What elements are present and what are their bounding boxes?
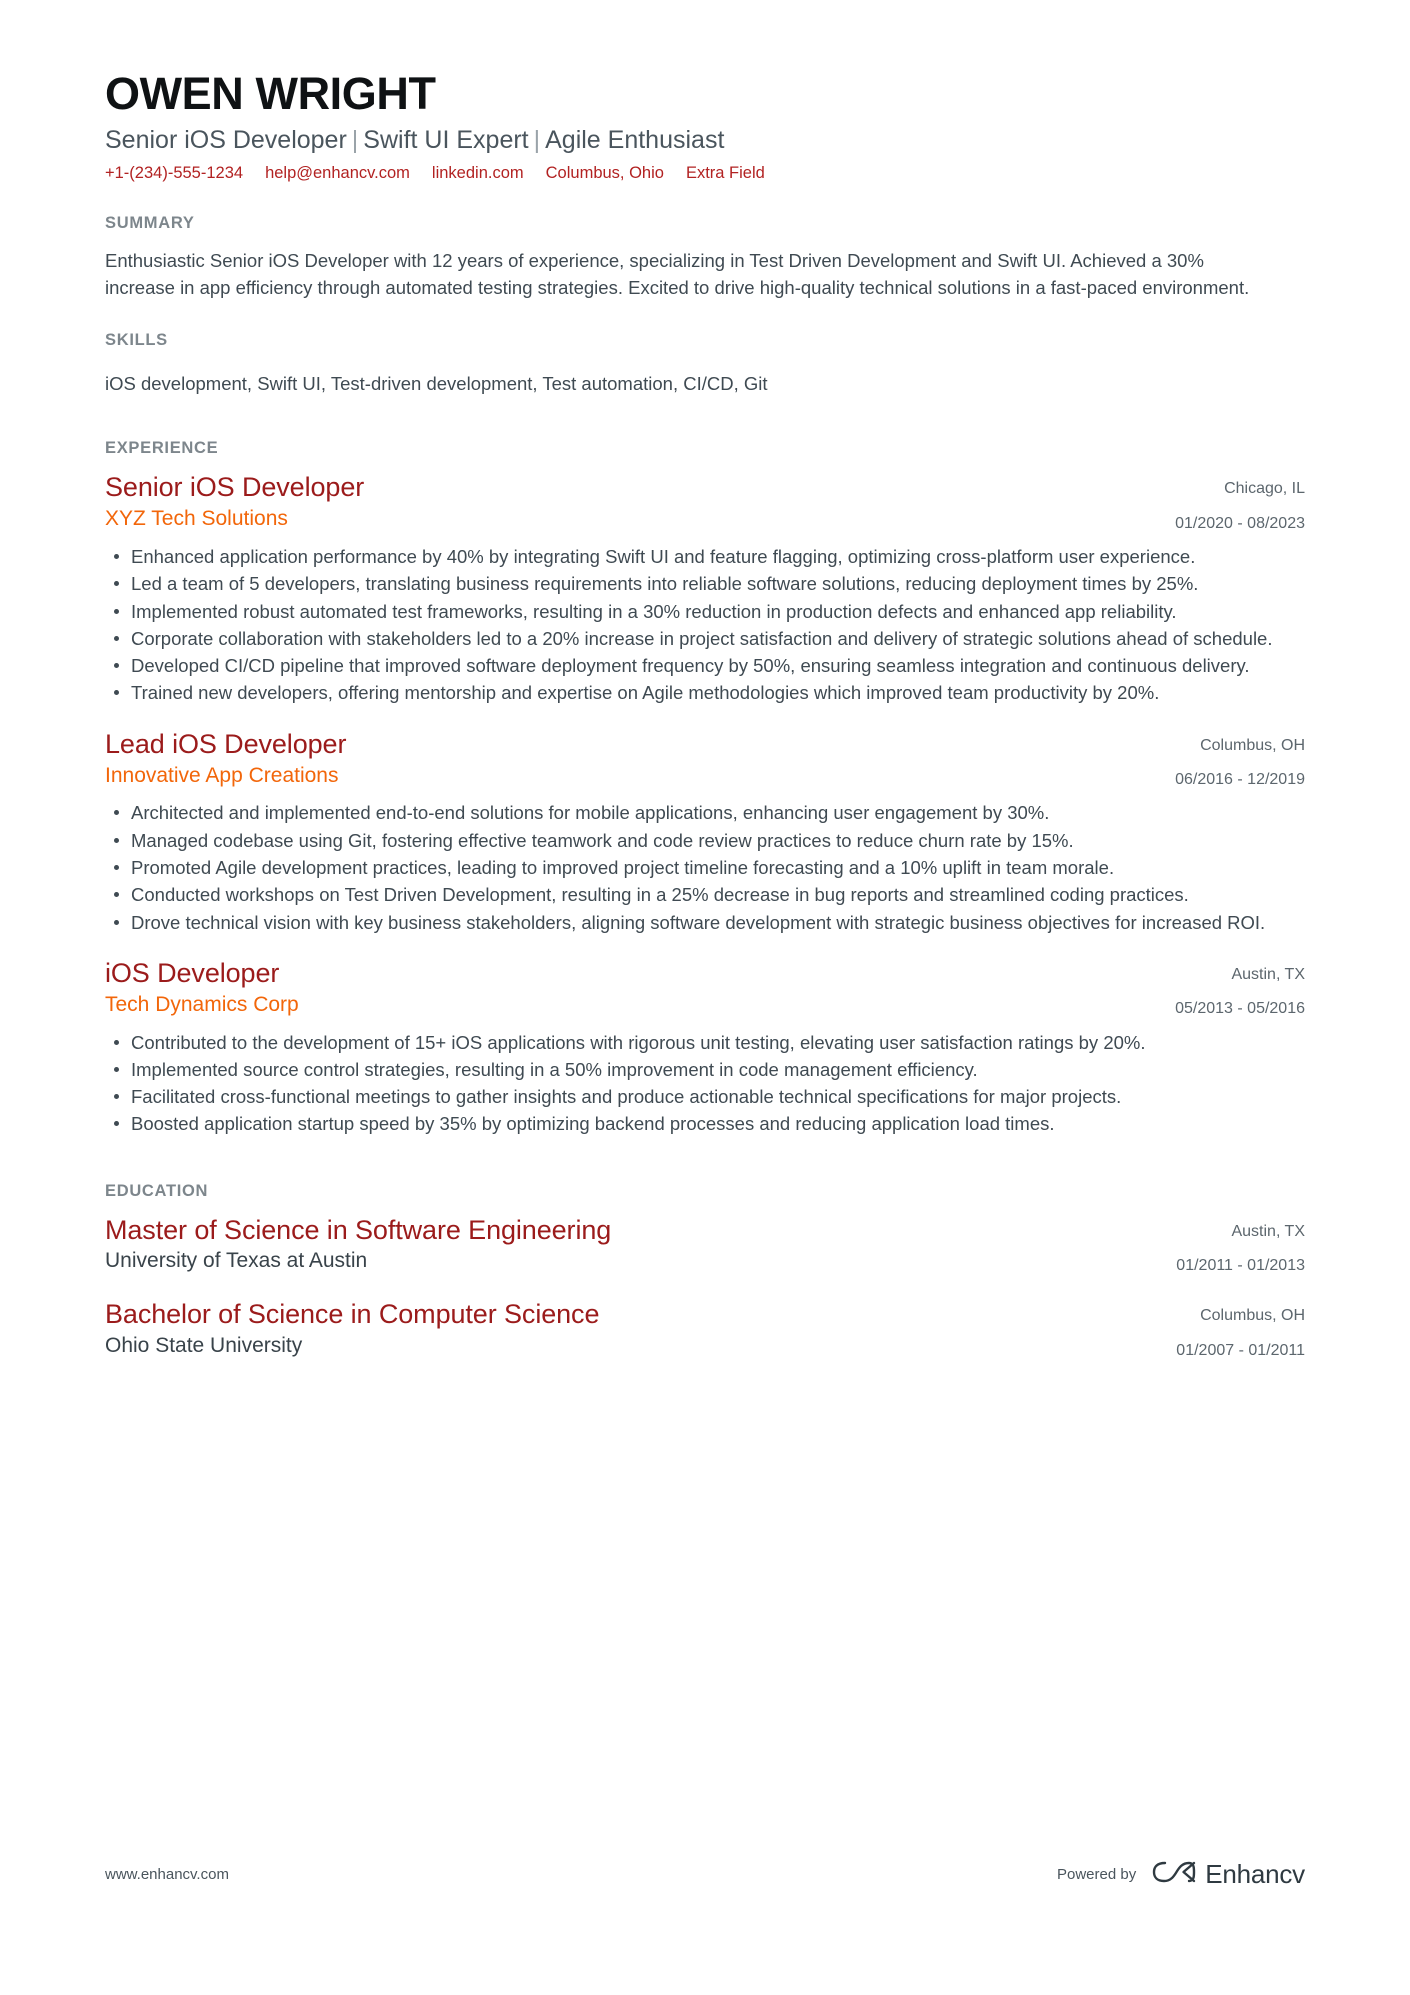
- experience-job-title: Lead iOS Developer: [105, 728, 347, 759]
- skills-text: iOS development, Swift UI, Test-driven d…: [105, 373, 768, 395]
- resume-page: OWEN WRIGHT Senior iOS Developer | Swift U…: [0, 0, 1410, 1995]
- experience-bullet: Contributed to the development of 15+ iO…: [105, 1030, 1285, 1056]
- experience-bullet: Conducted workshops on Test Driven Devel…: [105, 882, 1285, 908]
- experience-entry-header: Lead iOS Developer Innovative App Creatio…: [105, 729, 1305, 792]
- contact-location[interactable]: Columbus, Ohio: [546, 163, 664, 184]
- experience-company-name: Tech Dynamics Corp: [105, 992, 299, 1016]
- experience-bullet: Facilitated cross-functional meetings to…: [105, 1084, 1285, 1110]
- experience-company-name: Innovative App Creations: [105, 763, 339, 787]
- experience-entry: iOS Developer Tech Dynamics Corp Austin, T…: [105, 958, 1305, 1138]
- education-entry-main: Bachelor of Science in Computer Science O…: [105, 1299, 1152, 1359]
- enhancv-brand-name: Enhancv: [1205, 1859, 1305, 1889]
- education-section: EDUCATION Master of Science in Software …: [105, 1182, 1305, 1363]
- experience-entry-header: Senior iOS Developer XYZ Tech Solutions Ch…: [105, 472, 1305, 535]
- experience-date-range: 06/2016 - 12/2019: [1175, 771, 1305, 789]
- headline-part-0: Senior iOS Developer: [105, 125, 347, 154]
- education-entry-header: Master of Science in Software Engineerin…: [105, 1215, 1305, 1278]
- contact-list: +1-(234)-555-1234 help@enhancv.com linke…: [105, 163, 1305, 184]
- experience-location: Chicago, IL: [1224, 480, 1305, 498]
- experience-entry-list: Senior iOS Developer XYZ Tech Solutions Ch…: [105, 472, 1305, 1137]
- education-entry: Bachelor of Science in Computer Science O…: [105, 1299, 1305, 1362]
- education-date-range: 01/2007 - 01/2011: [1176, 1341, 1305, 1359]
- experience-job-title: iOS Developer: [105, 957, 280, 988]
- experience-bullet: Implemented source control strategies, r…: [105, 1057, 1285, 1083]
- education-school: Ohio State University: [105, 1334, 303, 1358]
- summary-section-title: SUMMARY: [105, 214, 195, 233]
- experience-entry-meta: Chicago, IL 01/2020 - 08/2023: [1151, 472, 1305, 535]
- headline-part-2: Agile Enthusiast: [545, 125, 725, 154]
- experience-bullet-list: Enhanced application performance by 40% …: [105, 544, 1305, 707]
- experience-bullet: Architected and implemented end-to-end s…: [105, 800, 1285, 826]
- experience-location: Austin, TX: [1231, 965, 1305, 983]
- experience-company-name: XYZ Tech Solutions: [105, 507, 288, 531]
- experience-bullet: Enhanced application performance by 40% …: [105, 544, 1285, 570]
- experience-entry-main: Senior iOS Developer XYZ Tech Solutions: [105, 472, 1151, 532]
- footer-branding: Powered by Enhancv: [1057, 1859, 1305, 1890]
- education-degree: Bachelor of Science in Computer Science: [105, 1299, 600, 1330]
- experience-date-range: 05/2013 - 05/2016: [1175, 1000, 1305, 1018]
- candidate-headline: Senior iOS Developer | Swift UI Expert | Agi…: [105, 125, 1305, 156]
- education-degree: Master of Science in Software Engineerin…: [105, 1214, 612, 1245]
- contact-extra-field[interactable]: Extra Field: [686, 163, 765, 184]
- contact-linkedin[interactable]: linkedin.com: [432, 163, 524, 184]
- enhancv-infinity-logo-icon: [1152, 1859, 1196, 1890]
- experience-bullet: Developed CI/CD pipeline that improved s…: [105, 653, 1285, 679]
- education-location: Austin, TX: [1231, 1222, 1305, 1240]
- education-entry-list: Master of Science in Software Engineerin…: [105, 1215, 1305, 1363]
- experience-entry-main: Lead iOS Developer Innovative App Creatio…: [105, 729, 1151, 789]
- education-entry: Master of Science in Software Engineerin…: [105, 1215, 1305, 1278]
- summary-text: Enthusiastic Senior iOS Developer with 1…: [105, 250, 1250, 299]
- experience-entry-header: iOS Developer Tech Dynamics Corp Austin, T…: [105, 958, 1305, 1021]
- headline-part-1: Swift UI Expert: [363, 125, 529, 154]
- experience-bullet: Implemented robust automated test framew…: [105, 599, 1285, 625]
- education-entry-main: Master of Science in Software Engineerin…: [105, 1215, 1152, 1275]
- experience-bullet: Drove technical vision with key business…: [105, 910, 1285, 936]
- candidate-name: OWEN WRIGHT: [105, 68, 436, 119]
- education-entry-meta: Austin, TX 01/2011 - 01/2013: [1152, 1215, 1305, 1278]
- headline-separator-0: |: [351, 125, 359, 154]
- experience-bullet: Led a team of 5 developers, translating …: [105, 571, 1285, 597]
- contact-phone[interactable]: +1-(234)-555-1234: [105, 163, 243, 184]
- experience-entry: Senior iOS Developer XYZ Tech Solutions Ch…: [105, 472, 1305, 706]
- experience-entry-meta: Columbus, OH 06/2016 - 12/2019: [1151, 729, 1305, 792]
- headline-separator-1: |: [533, 125, 541, 154]
- experience-bullet: Promoted Agile development practices, le…: [105, 855, 1285, 881]
- experience-bullet: Boosted application startup speed by 35%…: [105, 1111, 1285, 1137]
- experience-section-title: EXPERIENCE: [105, 439, 219, 458]
- resume-header: OWEN WRIGHT Senior iOS Developer | Swift U…: [105, 68, 1305, 184]
- education-date-range: 01/2011 - 01/2013: [1176, 1257, 1305, 1274]
- education-entry-meta: Columbus, OH 01/2007 - 01/2011: [1152, 1299, 1305, 1362]
- experience-date-range: 01/2020 - 08/2023: [1175, 514, 1305, 532]
- education-school: University of Texas at Austin: [105, 1249, 368, 1273]
- education-section-title: EDUCATION: [105, 1181, 209, 1200]
- experience-bullet-list: Contributed to the development of 15+ iO…: [105, 1030, 1305, 1138]
- experience-section: EXPERIENCE Senior iOS Developer XYZ Tech …: [105, 439, 1305, 1137]
- experience-bullet: Corporate collaboration with stakeholder…: [105, 626, 1285, 652]
- skills-section-title: SKILLS: [105, 331, 168, 350]
- powered-by-label: Powered by: [1056, 1866, 1137, 1883]
- education-entry-header: Bachelor of Science in Computer Science O…: [105, 1299, 1305, 1362]
- education-location: Columbus, OH: [1200, 1307, 1305, 1325]
- experience-job-title: Senior iOS Developer: [105, 472, 365, 503]
- footer-website-url[interactable]: www.enhancv.com: [105, 1866, 229, 1883]
- experience-entry: Lead iOS Developer Innovative App Creatio…: [105, 729, 1305, 936]
- skills-section: SKILLS iOS development, Swift UI, Test-d…: [105, 331, 1305, 397]
- experience-bullet-list: Architected and implemented end-to-end s…: [105, 800, 1305, 935]
- experience-entry-meta: Austin, TX 05/2013 - 05/2016: [1151, 958, 1305, 1021]
- summary-section: SUMMARY Enthusiastic Senior iOS Develope…: [105, 214, 1305, 301]
- contact-email[interactable]: help@enhancv.com: [265, 163, 410, 184]
- page-footer: www.enhancv.com Powered by Enhancv: [105, 1859, 1305, 1890]
- experience-entry-main: iOS Developer Tech Dynamics Corp: [105, 958, 1151, 1018]
- experience-bullet: Trained new developers, offering mentors…: [105, 680, 1285, 706]
- experience-location: Columbus, OH: [1200, 736, 1305, 754]
- experience-bullet: Managed codebase using Git, fostering ef…: [105, 828, 1285, 854]
- enhancv-brand: Enhancv: [1152, 1859, 1305, 1890]
